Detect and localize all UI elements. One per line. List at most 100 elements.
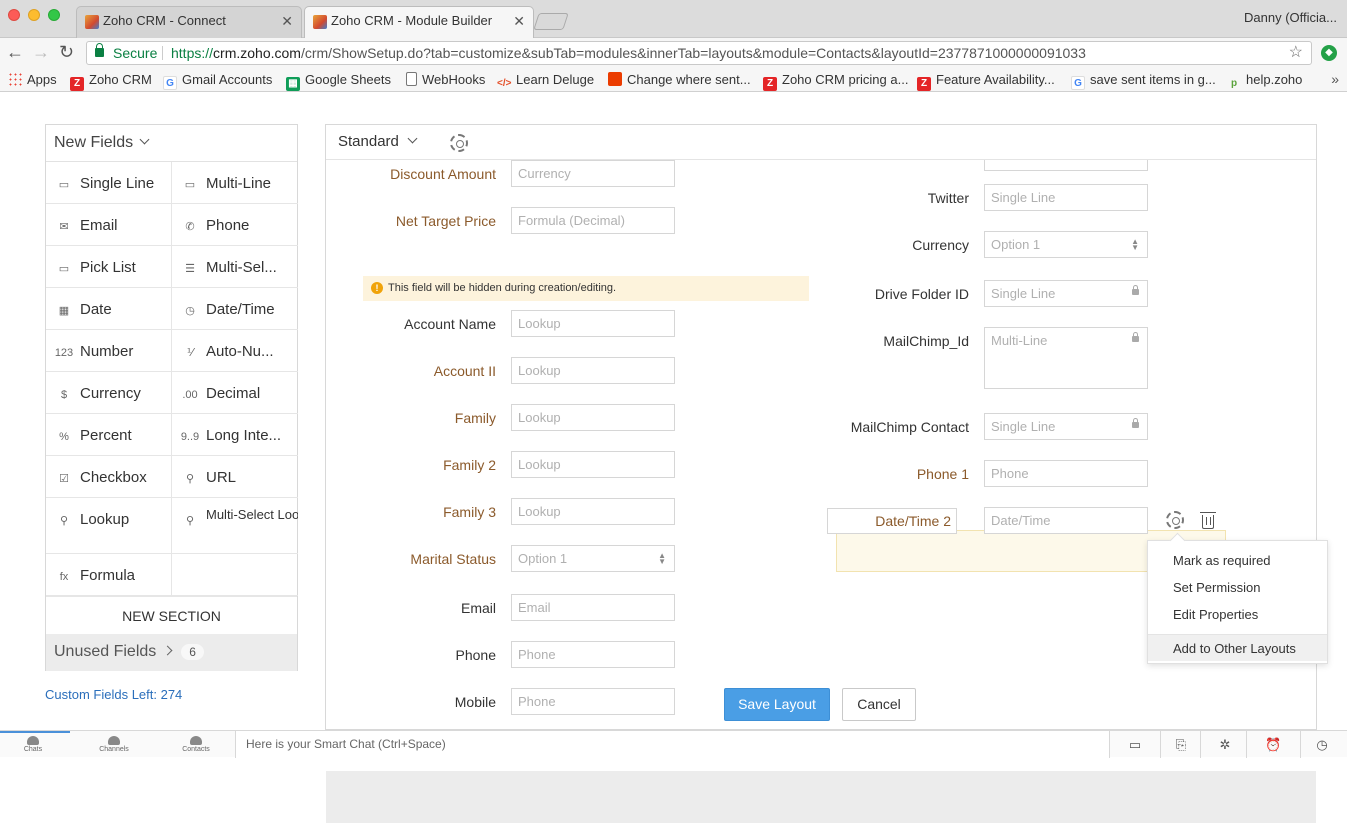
new-section-button[interactable]: NEW SECTION: [46, 596, 297, 634]
channels-button[interactable]: Channels: [89, 736, 139, 753]
layout-selector[interactable]: Standard: [338, 133, 418, 150]
divider: [1246, 731, 1247, 758]
field-type-percent[interactable]: % Percent: [46, 414, 172, 456]
field-settings-gear-icon[interactable]: [1166, 511, 1184, 529]
address-bar[interactable]: Secure https://crm.zoho.com/crm/ShowSetu…: [86, 41, 1312, 65]
screen-share-icon[interactable]: ▭: [1127, 738, 1143, 752]
field-row-family-3[interactable]: Family 3 Lookup: [346, 498, 675, 526]
field-type-formula[interactable]: fx Formula: [46, 554, 172, 596]
chats-button[interactable]: Chats: [8, 736, 58, 753]
field-row-account-ii[interactable]: Account II Lookup: [346, 357, 675, 385]
cancel-button[interactable]: Cancel: [842, 688, 916, 721]
maximize-window-button[interactable]: [48, 9, 60, 21]
google-icon: G: [163, 76, 177, 90]
layout-settings-gear-icon[interactable]: [450, 134, 468, 152]
history-icon[interactable]: ◷: [1314, 738, 1330, 752]
bookmark-save-sent-items[interactable]: Gsave sent items in g...: [1071, 72, 1216, 90]
bookmark-help-zoho[interactable]: p help.zoho: [1227, 72, 1302, 91]
field-type-url[interactable]: ⚲ URL: [172, 456, 298, 498]
alarm-clock-icon[interactable]: ⏰: [1265, 738, 1281, 752]
more-bookmarks-icon[interactable]: »: [1331, 71, 1339, 87]
field-type-date[interactable]: ▦ Date: [46, 288, 172, 330]
field-row-family-2[interactable]: Family 2 Lookup: [346, 451, 675, 479]
field-type-number[interactable]: 123 Number: [46, 330, 172, 372]
close-tab-icon[interactable]: ✕: [513, 13, 525, 30]
field-row-discount-amount[interactable]: Discount Amount Currency: [346, 160, 675, 188]
field-type-decimal[interactable]: .00 Decimal: [172, 372, 298, 414]
bookmark-zoho-crm-pricing[interactable]: Z Zoho CRM pricing a...: [763, 72, 908, 91]
bookmark-google-sheets[interactable]: ▦ Google Sheets: [286, 72, 391, 91]
field-type-date-time[interactable]: ◷ Date/Time: [172, 288, 298, 330]
field-type-email[interactable]: ✉ Email: [46, 204, 172, 246]
delete-field-icon[interactable]: [1200, 512, 1216, 529]
extension-icon[interactable]: ◆: [1321, 45, 1337, 61]
new-fields-dropdown[interactable]: New Fields: [46, 125, 297, 162]
field-row-phone[interactable]: Phone Phone: [346, 641, 675, 669]
profile-name[interactable]: Danny (Officia...: [1244, 10, 1337, 25]
field-type-long-inte[interactable]: 9..9 Long Inte...: [172, 414, 298, 456]
hidden-field-notice: ! This field will be hidden during creat…: [363, 276, 809, 301]
field-type-phone[interactable]: ✆ Phone: [172, 204, 298, 246]
bottom-chat-bar: Chats Channels Contacts Here is your Sma…: [0, 730, 1347, 758]
field-type-multi-select-lookup[interactable]: ⚲ Multi-Select Lookup: [172, 498, 298, 554]
field-row-family[interactable]: Family Lookup: [346, 404, 675, 432]
field-row-twitter[interactable]: Twitter Single Line: [804, 184, 1148, 212]
field-row-account-name[interactable]: Account Name Lookup: [346, 310, 675, 338]
menu-item-add-to-other-layouts[interactable]: Add to Other Layouts: [1148, 634, 1327, 661]
bookmark-apps[interactable]: Apps: [8, 72, 57, 87]
back-arrow-icon[interactable]: ←: [6, 42, 24, 63]
close-window-button[interactable]: [8, 9, 20, 21]
bookmark-feature-availability[interactable]: Z Feature Availability...: [917, 72, 1055, 91]
document-sync-icon[interactable]: ⎘: [1173, 738, 1189, 752]
field-row-email[interactable]: Email Email: [346, 594, 675, 622]
browser-tab-connect[interactable]: Zoho CRM - Connect ✕: [76, 6, 302, 38]
multi-select-icon: ☰: [185, 263, 195, 275]
save-layout-button[interactable]: Save Layout: [724, 688, 830, 721]
browser-tab-module-builder[interactable]: Zoho CRM - Module Builder ✕: [304, 6, 534, 38]
bookmark-zoho-crm[interactable]: Z Zoho CRM: [70, 72, 152, 91]
bookmark-gmail-accounts[interactable]: G Gmail Accounts: [163, 72, 272, 90]
field-row-mailchimp-contact[interactable]: MailChimp Contact Single Line: [804, 413, 1148, 441]
menu-item-edit-properties[interactable]: Edit Properties: [1173, 607, 1258, 622]
field-input-placeholder: Lookup: [511, 451, 675, 478]
field-row-date-time-2[interactable]: Date/Time 2 Date/Time: [804, 507, 1148, 535]
field-row-phone-1[interactable]: Phone 1 Phone: [804, 460, 1148, 488]
divider: [1160, 731, 1161, 758]
field-type-lookup[interactable]: ⚲ Lookup: [46, 498, 172, 554]
minimize-window-button[interactable]: [28, 9, 40, 21]
field-type-pick-list[interactable]: ▭ Pick List: [46, 246, 172, 288]
bookmark-change-where-sent[interactable]: Change where sent...: [608, 72, 751, 87]
field-type-multi-sel[interactable]: ☰ Multi-Sel...: [172, 246, 298, 288]
menu-item-mark-required[interactable]: Mark as required: [1173, 553, 1271, 568]
field-type-currency[interactable]: $ Currency: [46, 372, 172, 414]
forward-arrow-icon[interactable]: →: [32, 42, 50, 63]
field-type-single-line[interactable]: ▭ Single Line: [46, 162, 172, 204]
contacts-button[interactable]: Contacts: [171, 736, 221, 753]
field-row-drive-folder-id[interactable]: Drive Folder ID Single Line: [804, 280, 1148, 308]
zoho-favicon-icon: [313, 15, 327, 29]
zoho-icon: Z: [763, 77, 777, 91]
field-type-multi-line[interactable]: ▭ Multi-Line: [172, 162, 298, 204]
url-text[interactable]: https://crm.zoho.com/crm/ShowSetup.do?ta…: [171, 42, 1086, 64]
bookmark-webhooks[interactable]: WebHooks: [406, 72, 485, 87]
smart-chat-input[interactable]: Here is your Smart Chat (Ctrl+Space): [235, 731, 1110, 758]
field-row-marital-status[interactable]: Marital Status Option 1 ▲ ▼: [346, 545, 675, 573]
bookmark-learn-deluge[interactable]: </> Learn Deluge: [497, 72, 594, 91]
unused-fields-toggle[interactable]: Unused Fields 6: [46, 634, 297, 671]
field-label: Marital Status: [410, 551, 496, 567]
menu-item-set-permission[interactable]: Set Permission: [1173, 580, 1260, 595]
placeholder-text: Lookup: [518, 410, 561, 425]
field-input-placeholder: Phone: [511, 641, 675, 668]
bug-icon[interactable]: ✲: [1217, 738, 1233, 752]
field-row-net-target-price[interactable]: Net Target Price Formula (Decimal): [346, 207, 675, 235]
field-row-currency[interactable]: Currency Option 1 ▲ ▼: [804, 231, 1148, 259]
field-type-auto-nu[interactable]: ⅟ Auto-Nu...: [172, 330, 298, 372]
bookmark-star-icon[interactable]: ☆: [1289, 42, 1303, 64]
bookmark-label: help.zoho: [1246, 72, 1303, 87]
reload-icon[interactable]: ↻: [59, 42, 74, 63]
field-row-mailchimp-id[interactable]: MailChimp_Id Multi-Line: [804, 327, 1148, 389]
close-tab-icon[interactable]: ✕: [281, 13, 293, 30]
field-type-checkbox[interactable]: ☑ Checkbox: [46, 456, 172, 498]
new-tab-button[interactable]: [533, 13, 569, 30]
field-row-mobile[interactable]: Mobile Phone: [346, 688, 675, 716]
